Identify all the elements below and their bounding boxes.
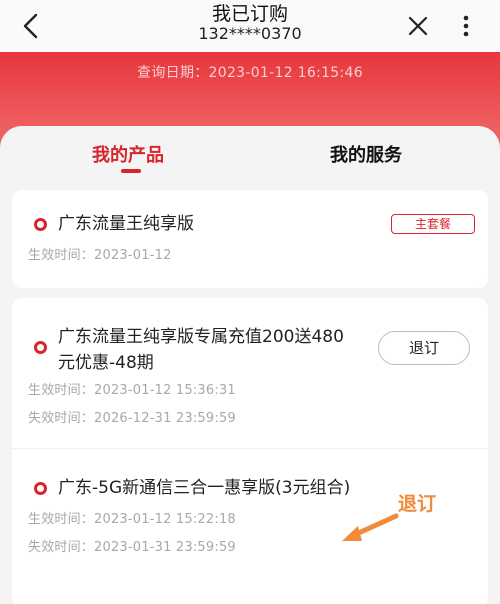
- annotation-text: 退订: [398, 493, 437, 515]
- tab-my-products[interactable]: 我的产品: [92, 144, 164, 168]
- effective-time: 生效时间：2023-01-12 15:22:18: [28, 512, 236, 527]
- active-tab-indicator: [121, 169, 141, 173]
- query-date: 查询日期：2023-01-12 16:15:46: [0, 62, 500, 82]
- bullet-icon: [34, 482, 47, 495]
- bullet-icon: [34, 218, 47, 231]
- close-icon[interactable]: [406, 14, 430, 38]
- query-date-value: 2023-01-12 16:15:46: [208, 65, 363, 81]
- expire-time: 失效时间：2023-01-31 23:59:59: [28, 540, 236, 555]
- product-name: 广东-5G新通信三合一惠享版(3元组合): [58, 478, 351, 498]
- annotation-arrow-icon: [342, 513, 399, 541]
- main-plan-badge: 主套餐: [391, 214, 475, 234]
- expire-time: 失效时间：2026-12-31 23:59:59: [28, 411, 236, 426]
- tab-my-services[interactable]: 我的服务: [330, 144, 402, 168]
- more-icon[interactable]: [456, 10, 476, 42]
- product-name: 广东流量王纯享版: [58, 214, 194, 234]
- nav-bar: 我已订购 132****0370: [0, 0, 500, 52]
- divider: [12, 448, 488, 449]
- product-name-line1: 广东流量王纯享版专属充值200送480: [58, 327, 344, 347]
- bullet-icon: [34, 341, 47, 354]
- unsubscribe-button[interactable]: 退订: [378, 331, 470, 365]
- product-card: [12, 190, 488, 288]
- effective-time: 生效时间：2023-01-12: [28, 248, 172, 263]
- effective-time: 生效时间：2023-01-12 15:36:31: [28, 383, 236, 398]
- query-date-label: 查询日期：: [137, 65, 209, 81]
- product-name-line2: 元优惠-48期: [58, 353, 154, 373]
